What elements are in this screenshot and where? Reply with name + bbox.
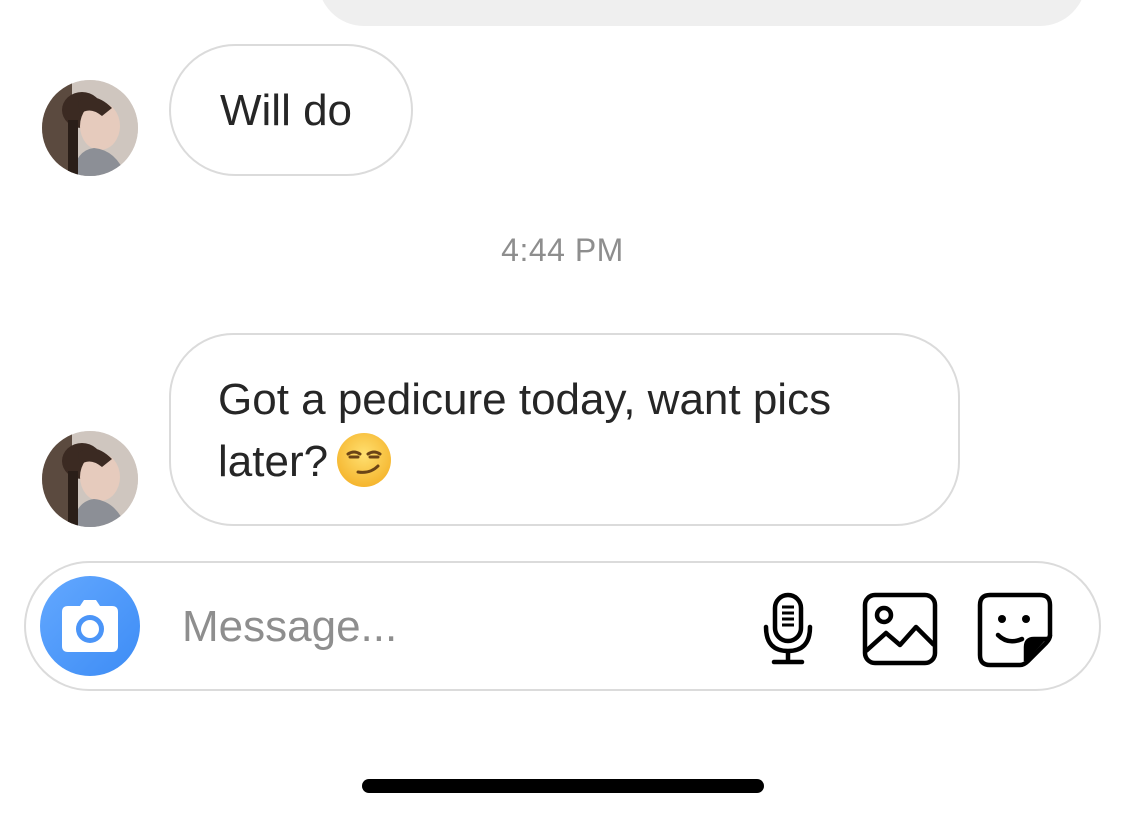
microphone-icon: [763, 592, 813, 665]
message-text: Will do: [220, 86, 353, 135]
message-timestamp: 4:44 PM: [501, 232, 624, 268]
smirking-face-icon: [336, 432, 392, 488]
previous-message-bubble: [318, 0, 1086, 26]
home-indicator[interactable]: [362, 779, 764, 793]
camera-button[interactable]: [40, 576, 140, 676]
sender-avatar[interactable]: [42, 431, 138, 527]
sticker-icon: [977, 592, 1053, 668]
sticker-button[interactable]: [976, 589, 1056, 669]
message-input[interactable]: [182, 601, 722, 653]
gallery-icon: [862, 592, 938, 666]
camera-icon: [62, 600, 118, 652]
message-bubble[interactable]: Got a pedicure today, want pics later?: [169, 333, 960, 526]
sender-avatar[interactable]: [42, 80, 138, 176]
message-text: Got a pedicure today, want pics later?: [218, 375, 832, 486]
message-composer: [24, 561, 1101, 691]
message-bubble[interactable]: Will do: [169, 44, 413, 176]
gallery-button[interactable]: [860, 589, 940, 669]
microphone-button[interactable]: [748, 589, 828, 669]
